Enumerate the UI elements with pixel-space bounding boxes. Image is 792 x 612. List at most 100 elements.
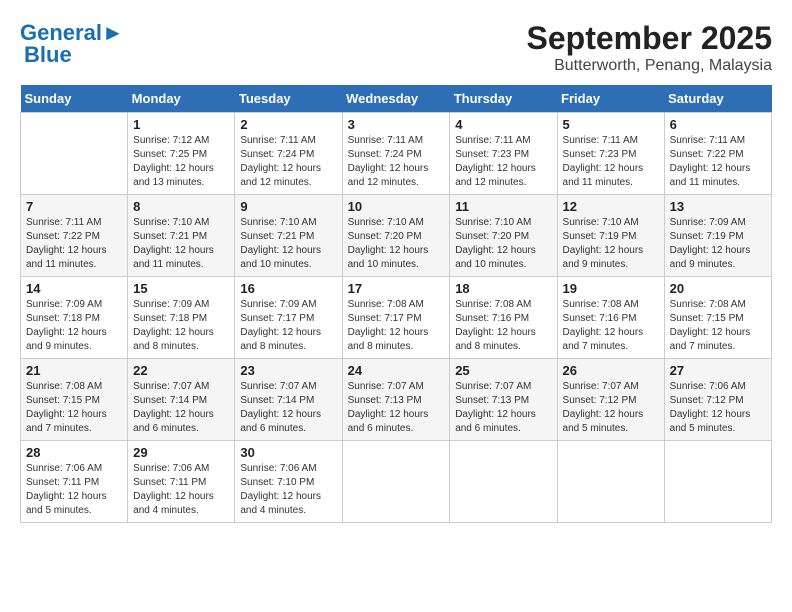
day-number: 25 xyxy=(455,363,551,378)
day-number: 30 xyxy=(240,445,336,460)
column-header-saturday: Saturday xyxy=(664,85,771,113)
day-info: Sunrise: 7:10 AMSunset: 7:21 PMDaylight:… xyxy=(133,216,229,272)
day-info: Sunrise: 7:07 AMSunset: 7:14 PMDaylight:… xyxy=(133,380,229,436)
calendar-body: 1Sunrise: 7:12 AMSunset: 7:25 PMDaylight… xyxy=(21,113,772,523)
calendar-cell xyxy=(664,441,771,523)
calendar-cell: 6 Sunrise: 7:11 AMSunset: 7:22 PMDaylight… xyxy=(664,113,771,195)
calendar-cell: 8 Sunrise: 7:10 AMSunset: 7:21 PMDaylight… xyxy=(128,195,235,277)
day-info: Sunrise: 7:09 AMSunset: 7:17 PMDaylight:… xyxy=(240,298,336,354)
day-info: Sunrise: 7:10 AMSunset: 7:20 PMDaylight:… xyxy=(348,216,445,272)
calendar-cell: 29 Sunrise: 7:06 AMSunset: 7:11 PMDayligh… xyxy=(128,441,235,523)
day-info: Sunrise: 7:06 AMSunset: 7:10 PMDaylight:… xyxy=(240,462,336,518)
calendar-cell: 27Sunrise: 7:06 AMSunset: 7:12 PMDayligh… xyxy=(664,359,771,441)
day-info: Sunrise: 7:11 AMSunset: 7:22 PMDaylight:… xyxy=(670,134,766,190)
calendar-cell: 20Sunrise: 7:08 AMSunset: 7:15 PMDayligh… xyxy=(664,277,771,359)
day-info: Sunrise: 7:09 AMSunset: 7:18 PMDaylight:… xyxy=(133,298,229,354)
calendar-cell xyxy=(557,441,664,523)
day-number: 3 xyxy=(348,117,445,132)
day-number: 14 xyxy=(26,281,122,296)
calendar-week-3: 14 Sunrise: 7:09 AMSunset: 7:18 PMDayligh… xyxy=(21,277,772,359)
day-number: 20 xyxy=(670,281,766,296)
calendar-week-2: 7 Sunrise: 7:11 AMSunset: 7:22 PMDaylight… xyxy=(21,195,772,277)
day-number: 23 xyxy=(240,363,336,378)
day-number: 21 xyxy=(26,363,122,378)
day-info: Sunrise: 7:06 AMSunset: 7:11 PMDaylight:… xyxy=(26,462,122,518)
day-info: Sunrise: 7:11 AMSunset: 7:23 PMDaylight:… xyxy=(455,134,551,190)
calendar-cell xyxy=(342,441,450,523)
day-number: 6 xyxy=(670,117,766,132)
day-info: Sunrise: 7:11 AMSunset: 7:23 PMDaylight:… xyxy=(563,134,659,190)
column-header-friday: Friday xyxy=(557,85,664,113)
day-number: 11 xyxy=(455,199,551,214)
day-info: Sunrise: 7:11 AMSunset: 7:24 PMDaylight:… xyxy=(240,134,336,190)
day-info: Sunrise: 7:08 AMSunset: 7:16 PMDaylight:… xyxy=(563,298,659,354)
day-number: 22 xyxy=(133,363,229,378)
day-info: Sunrise: 7:11 AMSunset: 7:24 PMDaylight:… xyxy=(348,134,445,190)
calendar-table: SundayMondayTuesdayWednesdayThursdayFrid… xyxy=(20,85,772,523)
calendar-cell: 30 Sunrise: 7:06 AMSunset: 7:10 PMDayligh… xyxy=(235,441,342,523)
day-number: 24 xyxy=(348,363,445,378)
day-info: Sunrise: 7:10 AMSunset: 7:19 PMDaylight:… xyxy=(563,216,659,272)
calendar-cell: 18 Sunrise: 7:08 AMSunset: 7:16 PMDayligh… xyxy=(450,277,557,359)
calendar-cell: 2 Sunrise: 7:11 AMSunset: 7:24 PMDaylight… xyxy=(235,113,342,195)
day-number: 27 xyxy=(670,363,766,378)
day-info: Sunrise: 7:10 AMSunset: 7:20 PMDaylight:… xyxy=(455,216,551,272)
day-number: 29 xyxy=(133,445,229,460)
day-info: Sunrise: 7:09 AMSunset: 7:18 PMDaylight:… xyxy=(26,298,122,354)
column-header-monday: Monday xyxy=(128,85,235,113)
page-title: September 2025 xyxy=(527,20,772,57)
calendar-week-4: 21Sunrise: 7:08 AMSunset: 7:15 PMDayligh… xyxy=(21,359,772,441)
calendar-cell: 26Sunrise: 7:07 AMSunset: 7:12 PMDayligh… xyxy=(557,359,664,441)
logo-line2: Blue xyxy=(24,42,72,68)
calendar-cell: 16Sunrise: 7:09 AMSunset: 7:17 PMDayligh… xyxy=(235,277,342,359)
column-header-sunday: Sunday xyxy=(21,85,128,113)
day-number: 18 xyxy=(455,281,551,296)
day-number: 7 xyxy=(26,199,122,214)
day-number: 9 xyxy=(240,199,336,214)
day-info: Sunrise: 7:07 AMSunset: 7:12 PMDaylight:… xyxy=(563,380,659,436)
day-number: 15 xyxy=(133,281,229,296)
day-number: 8 xyxy=(133,199,229,214)
day-info: Sunrise: 7:12 AMSunset: 7:25 PMDaylight:… xyxy=(133,134,229,190)
day-number: 13 xyxy=(670,199,766,214)
title-section: September 2025 Butterworth, Penang, Mala… xyxy=(527,20,772,75)
column-header-wednesday: Wednesday xyxy=(342,85,450,113)
calendar-header-row: SundayMondayTuesdayWednesdayThursdayFrid… xyxy=(21,85,772,113)
calendar-cell: 13 Sunrise: 7:09 AMSunset: 7:19 PMDayligh… xyxy=(664,195,771,277)
day-info: Sunrise: 7:10 AMSunset: 7:21 PMDaylight:… xyxy=(240,216,336,272)
calendar-cell: 24Sunrise: 7:07 AMSunset: 7:13 PMDayligh… xyxy=(342,359,450,441)
calendar-cell xyxy=(450,441,557,523)
day-number: 10 xyxy=(348,199,445,214)
calendar-cell: 21Sunrise: 7:08 AMSunset: 7:15 PMDayligh… xyxy=(21,359,128,441)
day-number: 5 xyxy=(563,117,659,132)
day-number: 12 xyxy=(563,199,659,214)
day-number: 17 xyxy=(348,281,445,296)
calendar-cell: 12 Sunrise: 7:10 AMSunset: 7:19 PMDayligh… xyxy=(557,195,664,277)
logo: General► Blue xyxy=(20,20,124,68)
day-info: Sunrise: 7:06 AMSunset: 7:11 PMDaylight:… xyxy=(133,462,229,518)
day-info: Sunrise: 7:07 AMSunset: 7:13 PMDaylight:… xyxy=(455,380,551,436)
calendar-cell: 22 Sunrise: 7:07 AMSunset: 7:14 PMDayligh… xyxy=(128,359,235,441)
calendar-cell: 19 Sunrise: 7:08 AMSunset: 7:16 PMDayligh… xyxy=(557,277,664,359)
day-number: 2 xyxy=(240,117,336,132)
calendar-cell: 3 Sunrise: 7:11 AMSunset: 7:24 PMDaylight… xyxy=(342,113,450,195)
calendar-week-1: 1Sunrise: 7:12 AMSunset: 7:25 PMDaylight… xyxy=(21,113,772,195)
day-number: 19 xyxy=(563,281,659,296)
calendar-cell: 9 Sunrise: 7:10 AMSunset: 7:21 PMDaylight… xyxy=(235,195,342,277)
calendar-cell: 10 Sunrise: 7:10 AMSunset: 7:20 PMDayligh… xyxy=(342,195,450,277)
calendar-cell xyxy=(21,113,128,195)
calendar-week-5: 28 Sunrise: 7:06 AMSunset: 7:11 PMDayligh… xyxy=(21,441,772,523)
day-info: Sunrise: 7:08 AMSunset: 7:17 PMDaylight:… xyxy=(348,298,445,354)
day-number: 28 xyxy=(26,445,122,460)
calendar-cell: 11 Sunrise: 7:10 AMSunset: 7:20 PMDayligh… xyxy=(450,195,557,277)
calendar-cell: 7 Sunrise: 7:11 AMSunset: 7:22 PMDaylight… xyxy=(21,195,128,277)
calendar-cell: 17 Sunrise: 7:08 AMSunset: 7:17 PMDayligh… xyxy=(342,277,450,359)
calendar-cell: 28 Sunrise: 7:06 AMSunset: 7:11 PMDayligh… xyxy=(21,441,128,523)
day-info: Sunrise: 7:09 AMSunset: 7:19 PMDaylight:… xyxy=(670,216,766,272)
page-header: General► Blue September 2025 Butterworth… xyxy=(20,20,772,75)
column-header-tuesday: Tuesday xyxy=(235,85,342,113)
day-info: Sunrise: 7:11 AMSunset: 7:22 PMDaylight:… xyxy=(26,216,122,272)
calendar-cell: 23Sunrise: 7:07 AMSunset: 7:14 PMDayligh… xyxy=(235,359,342,441)
column-header-thursday: Thursday xyxy=(450,85,557,113)
day-info: Sunrise: 7:08 AMSunset: 7:16 PMDaylight:… xyxy=(455,298,551,354)
